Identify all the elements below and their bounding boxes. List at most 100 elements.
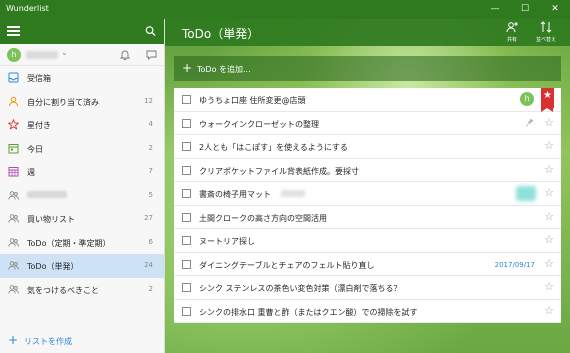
- bell-icon[interactable]: [120, 49, 130, 60]
- star-icon[interactable]: ☆: [544, 140, 554, 152]
- sidebar-item-count: 24: [144, 261, 153, 269]
- sort-button[interactable]: 並べ替え: [533, 21, 559, 45]
- sidebar-item-label: 受信箱: [27, 74, 51, 83]
- sidebar-item-inbox[interactable]: 受信箱: [0, 66, 164, 90]
- calendar-week-icon: [8, 167, 19, 177]
- sidebar-item-shopping[interactable]: 買い物リスト 27: [0, 207, 164, 231]
- star-icon[interactable]: ☆: [544, 304, 554, 317]
- task-title[interactable]: シンク ステンレスの茶色い変色対策（漂白剤で落ちる？: [199, 283, 402, 294]
- maximize-button[interactable]: ☐: [510, 0, 540, 19]
- sidebar-item-label: 週: [27, 168, 35, 177]
- task-checkbox[interactable]: [182, 118, 191, 128]
- task-row[interactable]: 土間クロークの高さ方向の空間活用 ☆: [174, 205, 561, 229]
- shared-list-icon: [8, 261, 19, 270]
- task-row[interactable]: ヌートリア探し ☆: [174, 229, 561, 253]
- share-button[interactable]: 共有: [499, 21, 525, 45]
- star-icon[interactable]: ☆: [544, 257, 554, 270]
- star-icon[interactable]: ☆: [544, 116, 554, 129]
- sidebar-item-label: ToDo（定期・準定期）: [27, 238, 111, 248]
- task-title[interactable]: ゆうちょ口座 住所変更@店頭: [199, 95, 306, 106]
- task-checkbox[interactable]: [182, 142, 191, 151]
- star-icon[interactable]: ☆: [544, 163, 554, 176]
- list-nav: 受信箱 自分に割り当て済み 12 星付き 4 今日 2 週 7 5 買い物リスト…: [0, 66, 164, 301]
- sidebar-item-count: 4: [148, 120, 153, 128]
- shared-list-icon: [8, 237, 19, 247]
- sidebar-item-today[interactable]: 今日 2: [0, 137, 164, 161]
- sidebar-item-label: [27, 190, 67, 200]
- share-icon: [506, 22, 518, 33]
- star-icon[interactable]: ☆: [544, 281, 554, 293]
- task-title[interactable]: ダイニングテーブルとチェアのフェルト貼り直し: [199, 260, 375, 271]
- sidebar: h ⌄ 受信箱 自分に割り当て済み 12 星付き 4 今日 2 週 7 5 買い…: [0, 19, 165, 353]
- sidebar-item-count: 7: [148, 167, 153, 175]
- assignee-avatar: h: [520, 92, 534, 106]
- search-icon[interactable]: [145, 25, 156, 37]
- task-row[interactable]: 2人とも「はこぽす」を使えるようにする ☆: [174, 135, 561, 159]
- sidebar-item-todo-oneoff[interactable]: ToDo（単発） 24: [0, 254, 164, 278]
- chevron-down-icon[interactable]: ⌄: [61, 48, 68, 57]
- task-title[interactable]: シンクの排水口 重曹と酢（またはクエン酸）での掃除を試す: [199, 307, 418, 318]
- close-button[interactable]: ✕: [540, 0, 570, 19]
- assigned-icon: [9, 96, 18, 106]
- create-list-label: リストを作成: [24, 337, 72, 346]
- task-checkbox[interactable]: [182, 236, 191, 245]
- task-checkbox[interactable]: [182, 165, 191, 175]
- sidebar-item-label: 買い物リスト: [27, 215, 75, 224]
- task-row[interactable]: ダイニングテーブルとチェアのフェルト貼り直し 2017/09/17 ☆: [174, 252, 561, 276]
- sidebar-item-count: 12: [144, 96, 153, 105]
- sort-icon: [540, 21, 552, 33]
- task-list: ゆうちょ口座 住所変更@店頭 h ★ ウォークインクローゼットの整理 ☆ 2人と…: [174, 88, 561, 323]
- task-row[interactable]: ゆうちょ口座 住所変更@店頭 h ★: [174, 88, 561, 112]
- sidebar-item-assigned[interactable]: 自分に割り当て済み 12: [0, 90, 164, 114]
- minimize-button[interactable]: —: [480, 0, 510, 19]
- main-panel: ToDo（単発） 共有 並べ替え + ToDo を追加... ゆうちょ口座 住所…: [165, 19, 570, 353]
- redacted-chip: [516, 186, 536, 201]
- task-row[interactable]: クリアポケットファイル背表紙作成。要採寸 ☆: [174, 158, 561, 182]
- user-row[interactable]: h ⌄: [0, 44, 164, 66]
- star-ribbon-icon[interactable]: ★: [541, 88, 554, 112]
- sidebar-item-starred[interactable]: 星付き 4: [0, 113, 164, 137]
- task-checkbox[interactable]: [182, 283, 191, 292]
- task-row[interactable]: シンクの排水口 重曹と酢（またはクエン酸）での掃除を試す ☆: [174, 299, 561, 323]
- task-title[interactable]: ヌートリア探し: [199, 236, 255, 247]
- star-icon: [8, 119, 19, 130]
- task-checkbox[interactable]: [182, 95, 191, 104]
- star-icon[interactable]: ☆: [544, 187, 554, 199]
- sidebar-item-cautions[interactable]: 気をつけるべきこと 2: [0, 278, 164, 302]
- inbox-icon: [8, 72, 19, 83]
- add-todo-placeholder: ToDo を追加...: [197, 65, 251, 74]
- sidebar-item-count: 2: [148, 284, 153, 293]
- task-checkbox[interactable]: [182, 306, 191, 316]
- create-list-button[interactable]: + リストを作成: [0, 328, 164, 353]
- sidebar-item-redacted-list[interactable]: 5: [0, 184, 164, 208]
- hamburger-menu-icon[interactable]: [7, 26, 20, 36]
- task-checkbox[interactable]: [182, 189, 191, 198]
- task-title[interactable]: クリアポケットファイル背表紙作成。要採寸: [199, 166, 359, 177]
- add-todo-input[interactable]: + ToDo を追加...: [174, 56, 561, 81]
- sidebar-item-label: 星付き: [27, 121, 51, 130]
- user-name-redacted: [26, 51, 58, 59]
- task-row[interactable]: ウォークインクローゼットの整理 ☆: [174, 111, 561, 135]
- task-row[interactable]: 書斎の椅子用マット ☆: [174, 182, 561, 206]
- sidebar-item-count: 5: [148, 190, 153, 199]
- plus-icon: +: [182, 61, 193, 75]
- sidebar-item-count: 6: [148, 237, 153, 246]
- task-title[interactable]: 書斎の椅子用マット: [199, 189, 271, 200]
- task-title[interactable]: 土間クロークの高さ方向の空間活用: [199, 213, 327, 224]
- task-row[interactable]: シンク ステンレスの茶色い変色対策（漂白剤で落ちる？ ☆: [174, 276, 561, 300]
- task-checkbox[interactable]: [182, 259, 191, 269]
- task-title[interactable]: ウォークインクローゼットの整理: [199, 119, 319, 130]
- shared-list-icon: [8, 284, 19, 294]
- task-checkbox[interactable]: [182, 212, 191, 222]
- star-icon[interactable]: ☆: [544, 234, 554, 246]
- comments-icon[interactable]: [146, 49, 157, 60]
- task-title[interactable]: 2人とも「はこぽす」を使えるようにする: [199, 142, 348, 153]
- sidebar-item-week[interactable]: 週 7: [0, 160, 164, 184]
- sidebar-item-count: 27: [144, 214, 153, 222]
- star-icon[interactable]: ☆: [544, 210, 554, 223]
- window-title: Wunderlist: [6, 4, 49, 13]
- sidebar-item-todo-recurring[interactable]: ToDo（定期・準定期） 6: [0, 231, 164, 255]
- shared-list-icon: [8, 190, 19, 200]
- avatar[interactable]: h: [7, 48, 21, 62]
- sort-label: 並べ替え: [535, 37, 556, 43]
